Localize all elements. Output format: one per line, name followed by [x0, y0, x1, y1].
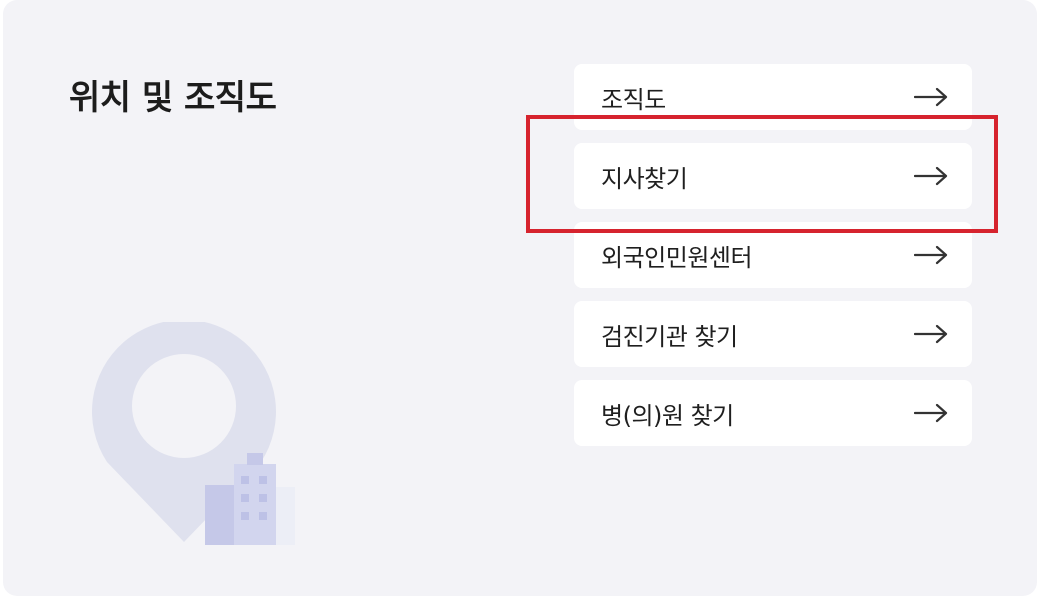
menu-item-find-hospital[interactable]: 병(의)원 찾기: [574, 380, 972, 446]
menu-item-org-chart[interactable]: 조직도: [574, 64, 972, 130]
menu-item-label: 조직도: [601, 85, 666, 114]
menu-item-label: 검진기관 찾기: [601, 322, 738, 351]
menu-item-foreigner-center[interactable]: 외국인민원센터: [574, 222, 972, 288]
location-pin-building-icon: [89, 319, 299, 548]
arrow-right-icon: [914, 403, 948, 423]
arrow-right-icon: [914, 245, 948, 265]
section-title: 위치 및 조직도: [69, 78, 277, 118]
arrow-right-icon: [914, 324, 948, 344]
menu-item-label: 외국인민원센터: [601, 243, 753, 272]
menu-item-checkup-institution[interactable]: 검진기관 찾기: [574, 301, 972, 367]
quick-link-menu: 조직도 지사찾기 외국인민원센터 검진기관 찾기 병(의)원 찾기: [574, 64, 972, 459]
arrow-right-icon: [914, 87, 948, 107]
menu-item-label: 병(의)원 찾기: [601, 401, 734, 430]
menu-item-label: 지사찾기: [601, 164, 688, 193]
arrow-right-icon: [914, 166, 948, 186]
menu-item-find-branch[interactable]: 지사찾기: [574, 143, 972, 209]
